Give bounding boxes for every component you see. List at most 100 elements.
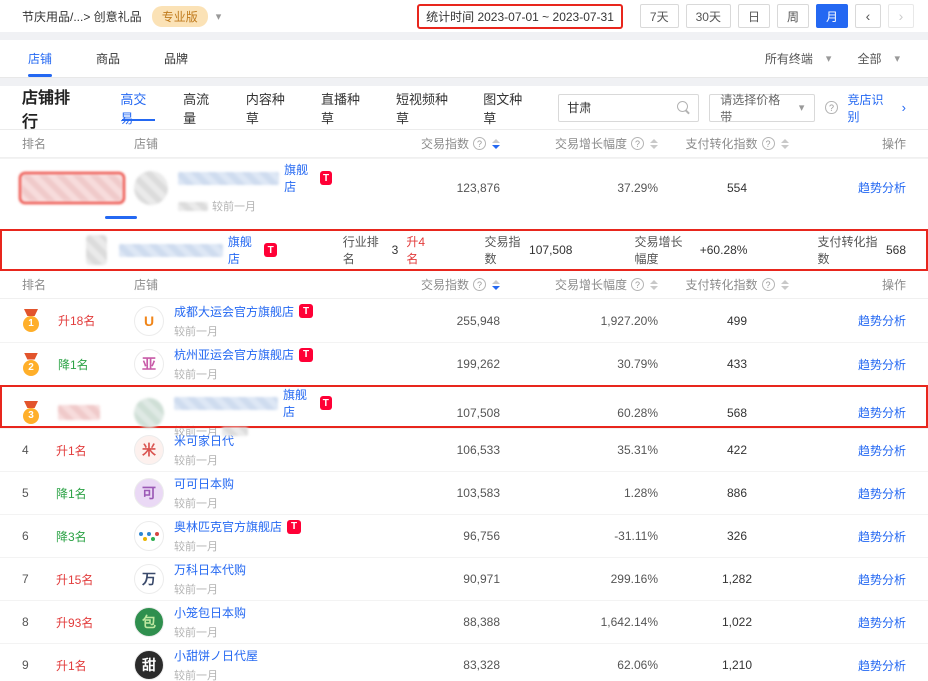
- trend-analysis-link[interactable]: 趋势分析: [858, 406, 906, 420]
- sort-icon: [492, 139, 500, 149]
- shop-name-link[interactable]: 杭州亚运会官方旗舰店: [174, 346, 294, 363]
- table-row: 5 降1名 可 可可日本购 较前一月 103,583 1.28% 886 趋势分: [0, 471, 928, 514]
- trend-analysis-link[interactable]: 趋势分析: [858, 444, 906, 458]
- shop-name-link[interactable]: 奥林匹克官方旗舰店: [174, 518, 282, 535]
- divider-strip: [0, 78, 928, 86]
- sort-icon: [650, 280, 658, 290]
- rank-number: 9: [22, 658, 38, 672]
- trend-analysis-link[interactable]: 趋势分析: [858, 181, 906, 195]
- range-button-30d[interactable]: 30天: [686, 4, 731, 28]
- breadcrumb[interactable]: 节庆用品/...> 创意礼品: [22, 8, 142, 25]
- tmall-icon: T: [320, 396, 332, 410]
- shop-name-link[interactable]: 万科日本代购: [174, 561, 246, 578]
- chevron-down-icon[interactable]: ▾: [216, 10, 222, 23]
- subtab-live-seeding[interactable]: 直播种草: [321, 86, 370, 129]
- col-pay-conversion[interactable]: 支付转化指数?: [658, 135, 816, 152]
- rank-change: 升1名: [56, 442, 87, 459]
- trend-analysis-link[interactable]: 趋势分析: [858, 530, 906, 544]
- trade-growth-label: 交易增长幅度: [634, 233, 691, 267]
- table-row: 9 升1名 甜 小甜饼ノ日代屋 较前一月 83,328 62.06% 1,210: [0, 643, 928, 681]
- redacted-shop-avatar: [86, 235, 107, 265]
- trend-analysis-link[interactable]: 趋势分析: [858, 487, 906, 501]
- price-band-select[interactable]: 请选择价格带 ▾: [709, 94, 815, 122]
- col-pay-conversion[interactable]: 支付转化指数?: [658, 276, 816, 293]
- col-trade-index[interactable]: 交易指数?: [332, 276, 500, 293]
- trade-index-value: 88,388: [332, 615, 500, 629]
- trade-growth-value: 37.29%: [500, 181, 658, 195]
- shop-name-link[interactable]: 旗舰店: [228, 233, 260, 267]
- prev-period-button[interactable]: ‹: [855, 4, 881, 28]
- redacted-shop-name: [178, 172, 279, 185]
- trade-growth-value: 1.28%: [500, 486, 658, 500]
- question-circle-icon[interactable]: ?: [762, 137, 775, 150]
- chevron-down-icon: ▾: [826, 52, 832, 65]
- redacted-shop-avatar: [134, 171, 168, 205]
- range-button-7d[interactable]: 7天: [640, 4, 679, 28]
- range-button-day[interactable]: 日: [738, 4, 770, 28]
- question-circle-icon[interactable]: ?: [825, 101, 837, 114]
- subtab-shortvideo-seeding[interactable]: 短视频种草: [396, 86, 457, 129]
- trend-analysis-link[interactable]: 趋势分析: [858, 659, 906, 673]
- search-icon[interactable]: [677, 101, 690, 114]
- range-button-week[interactable]: 周: [777, 4, 809, 28]
- shop-name-link[interactable]: 旗舰店: [284, 161, 315, 195]
- question-circle-icon[interactable]: ?: [631, 137, 644, 150]
- shop-avatar: 甜: [134, 650, 164, 680]
- shop-name-link[interactable]: 小甜饼ノ日代屋: [174, 647, 258, 664]
- scope-filter-dropdown[interactable]: 全部 ▾: [857, 50, 900, 67]
- table-header: 排名 店铺 交易指数? 交易增长幅度? 支付转化指数? 操作: [0, 130, 928, 158]
- rank-change: 降3名: [56, 528, 87, 545]
- trade-growth-value: 299.16%: [500, 572, 658, 586]
- subtab-content-seeding[interactable]: 内容种草: [246, 86, 295, 129]
- question-circle-icon[interactable]: ?: [473, 137, 486, 150]
- shop-avatar: U: [134, 306, 164, 336]
- my-shop-summary-row: 旗舰店 T 行业排名 3 升4名 交易指数 107,508 交易增长幅度 +60…: [0, 229, 928, 271]
- search-input[interactable]: [567, 101, 677, 115]
- tab-product[interactable]: 商品: [96, 40, 120, 77]
- trend-analysis-link[interactable]: 趋势分析: [858, 616, 906, 630]
- redacted-text: [222, 427, 248, 436]
- table-row: 4 升1名 米 米可家日代 较前一月 106,533 35.31% 422 趋势: [0, 428, 928, 471]
- trade-index-value: 106,533: [332, 443, 500, 457]
- compare-label: 较前一月: [174, 452, 218, 468]
- rank-change: 升93名: [56, 614, 93, 631]
- trade-index-value: 107,508: [332, 406, 500, 420]
- tab-shop[interactable]: 店铺: [28, 40, 52, 77]
- trend-analysis-link[interactable]: 趋势分析: [858, 314, 906, 328]
- shop-search-box[interactable]: [558, 94, 699, 122]
- subtab-high-trade[interactable]: 高交易: [120, 86, 157, 129]
- tab-brand[interactable]: 品牌: [164, 40, 188, 77]
- shop-name-link[interactable]: 旗舰店: [283, 386, 315, 420]
- question-circle-icon[interactable]: ?: [473, 278, 486, 291]
- rank-change: 升15名: [56, 571, 93, 588]
- scope-filter-label: 全部: [857, 50, 881, 67]
- col-action: 操作: [816, 135, 906, 152]
- subtab-graphic-seeding[interactable]: 图文种草: [483, 86, 532, 129]
- question-circle-icon[interactable]: ?: [631, 278, 644, 291]
- col-trade-growth[interactable]: 交易增长幅度?: [500, 135, 658, 152]
- shop-name-link[interactable]: 小笼包日本购: [174, 604, 246, 621]
- rank-change: 升1名: [56, 657, 87, 674]
- trend-analysis-link[interactable]: 趋势分析: [858, 358, 906, 372]
- next-period-button[interactable]: ›: [888, 4, 914, 28]
- pager-indicator[interactable]: [105, 216, 137, 219]
- tmall-icon: T: [320, 171, 332, 185]
- pro-version-badge: 专业版: [152, 6, 208, 27]
- compete-shop-link[interactable]: 竞店识别: [848, 91, 892, 125]
- compare-label: 较前一月: [174, 495, 218, 511]
- question-circle-icon[interactable]: ?: [762, 278, 775, 291]
- trend-analysis-link[interactable]: 趋势分析: [858, 573, 906, 587]
- arrow-right-icon[interactable]: ›: [902, 100, 906, 115]
- redacted-shop-name: [174, 397, 278, 410]
- range-button-month[interactable]: 月: [816, 4, 848, 28]
- shop-name-link[interactable]: 可可日本购: [174, 475, 234, 492]
- subtab-high-traffic[interactable]: 高流量: [183, 86, 220, 129]
- shop-avatar: 米: [134, 435, 164, 465]
- shop-name-link[interactable]: 成都大运会官方旗舰店: [174, 303, 294, 320]
- col-trade-index[interactable]: 交易指数?: [332, 135, 500, 152]
- terminal-filter-dropdown[interactable]: 所有终端 ▾: [765, 50, 832, 67]
- top-bar: 节庆用品/...> 创意礼品 专业版 ▾ 统计时间 2023-07-01 ~ 2…: [0, 0, 928, 32]
- stat-time-range[interactable]: 统计时间 2023-07-01 ~ 2023-07-31: [417, 4, 623, 29]
- pay-conversion-value: 554: [658, 181, 816, 195]
- col-trade-growth[interactable]: 交易增长幅度?: [500, 276, 658, 293]
